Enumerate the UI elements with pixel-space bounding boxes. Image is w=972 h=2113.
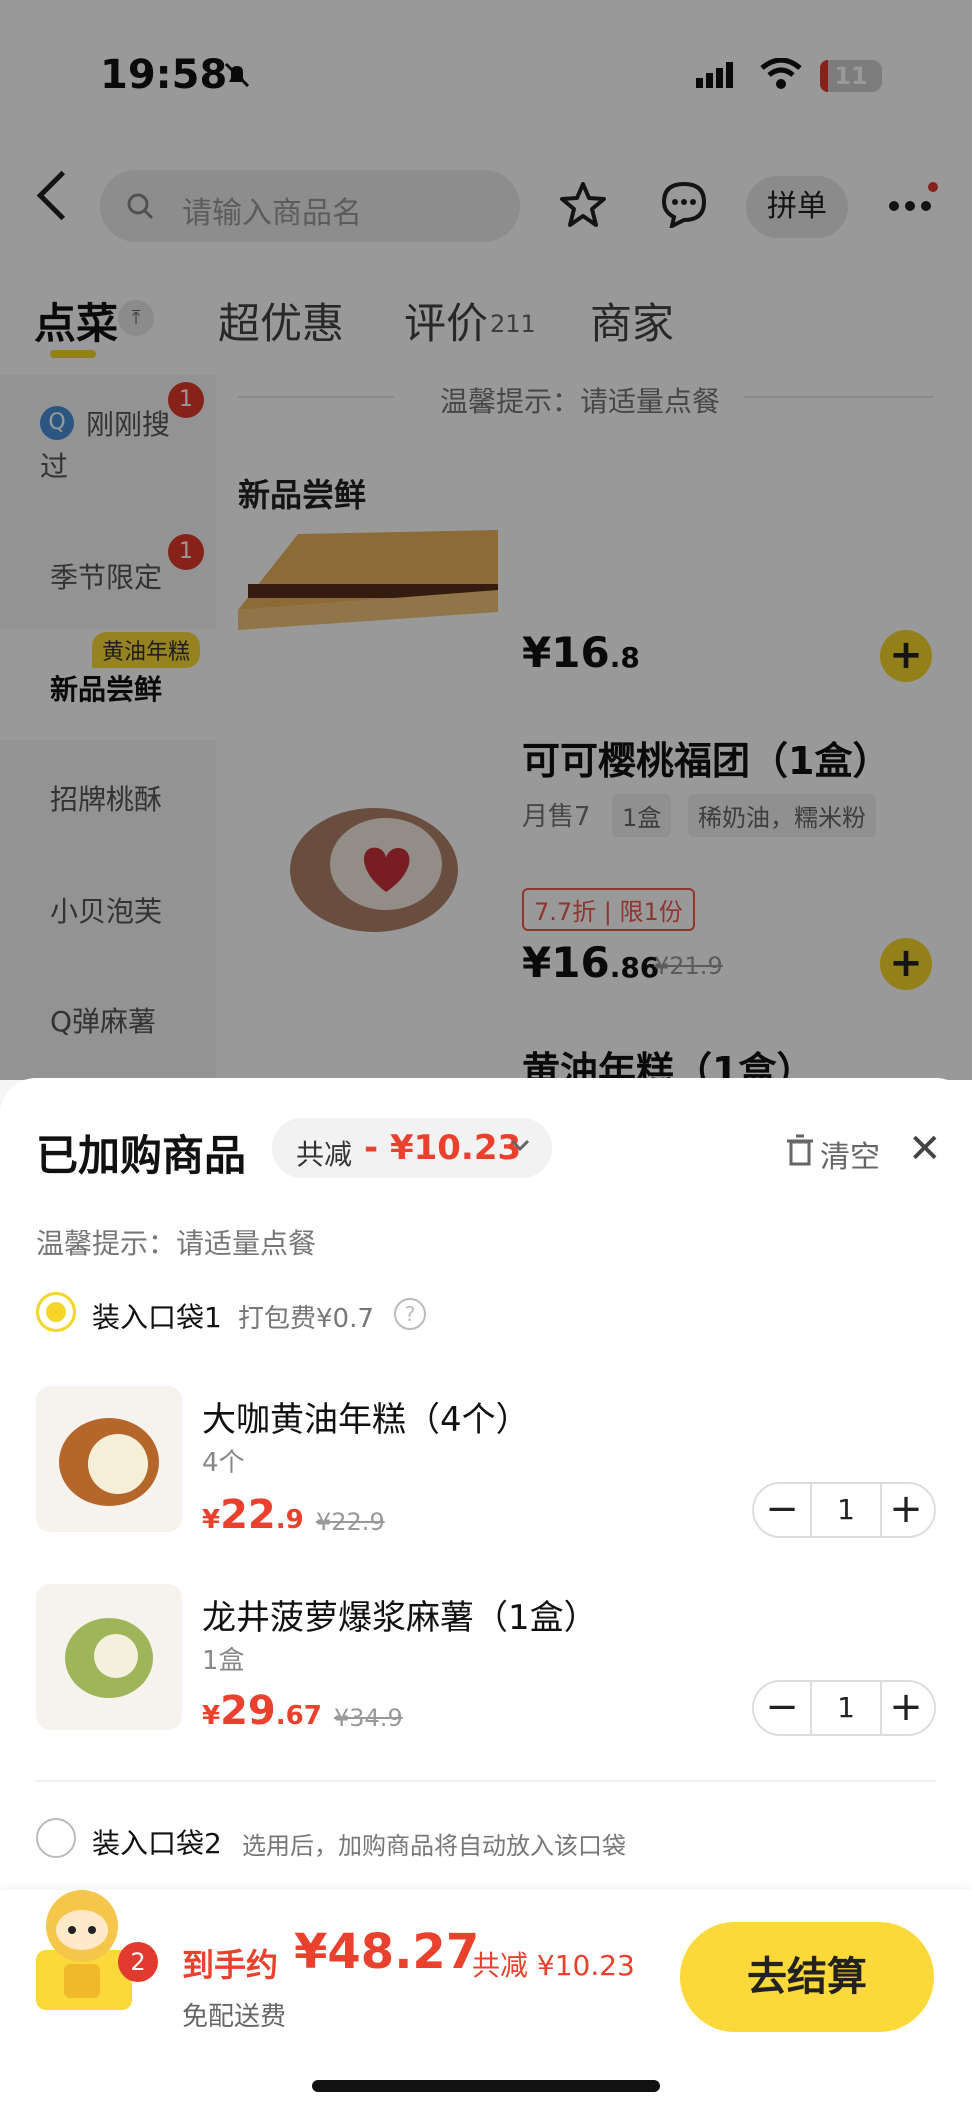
packing-fee: 打包费¥0.7 [238, 1304, 374, 1334]
cart-item-old-price: ¥34.9 [334, 1704, 403, 1732]
cart-item-price: ¥22.9 [202, 1492, 304, 1538]
total-value: ¥48.27 [294, 1924, 480, 1980]
checkout-button[interactable]: 去结算 [680, 1922, 934, 2032]
home-indicator[interactable] [312, 2080, 660, 2092]
bag1-label: 装入口袋1 [92, 1301, 222, 1334]
dim-overlay[interactable] [0, 0, 972, 1080]
shipping-note: 免配送费 [182, 2002, 287, 2032]
cart-item-old-price: ¥22.9 [316, 1508, 385, 1536]
cart-item-image [36, 1584, 182, 1730]
total-savings: 共减 ¥10.23 [472, 1949, 635, 1982]
savings-value: - ¥10.23 [364, 1128, 522, 1168]
total-label: 到手约 [182, 1946, 279, 1984]
divider [36, 1780, 936, 1782]
quantity-stepper: − 1 + [752, 1482, 936, 1538]
clear-cart-button[interactable]: 清空 [820, 1132, 880, 1176]
cart-title: 已加购商品 [36, 1131, 247, 1180]
quantity-value[interactable]: 1 [810, 1484, 882, 1536]
quantity-value[interactable]: 1 [810, 1682, 882, 1734]
cart-item-name: 龙井菠萝爆浆麻薯（1盒） [202, 1598, 598, 1638]
chevron-down-icon [510, 1138, 530, 1157]
increase-button[interactable]: + [878, 1484, 934, 1536]
cart-count-badge: 2 [118, 1942, 158, 1982]
bag2-label: 装入口袋2 [92, 1827, 222, 1860]
cart-item-name: 大咖黄油年糕（4个） [202, 1400, 530, 1440]
cart-item-spec: 4个 [202, 1448, 245, 1478]
help-icon[interactable]: ? [394, 1298, 426, 1330]
cart-item-image [36, 1386, 182, 1532]
quantity-stepper: − 1 + [752, 1680, 936, 1736]
increase-button[interactable]: + [878, 1682, 934, 1734]
decrease-button[interactable]: − [754, 1484, 810, 1536]
bag2-radio[interactable] [36, 1818, 76, 1858]
bag1-radio[interactable] [36, 1292, 76, 1332]
cart-item-price: ¥29.67 [202, 1688, 322, 1734]
close-icon[interactable]: ✕ [908, 1126, 942, 1172]
cart-item-spec: 1盒 [202, 1646, 245, 1676]
cart-tip: 温馨提示：请适量点餐 [36, 1227, 317, 1260]
savings-label: 共减 [296, 1138, 353, 1171]
trash-icon[interactable] [786, 1134, 814, 1170]
bag2-hint: 选用后，加购商品将自动放入该口袋 [242, 1832, 626, 1860]
decrease-button[interactable]: − [754, 1682, 810, 1734]
